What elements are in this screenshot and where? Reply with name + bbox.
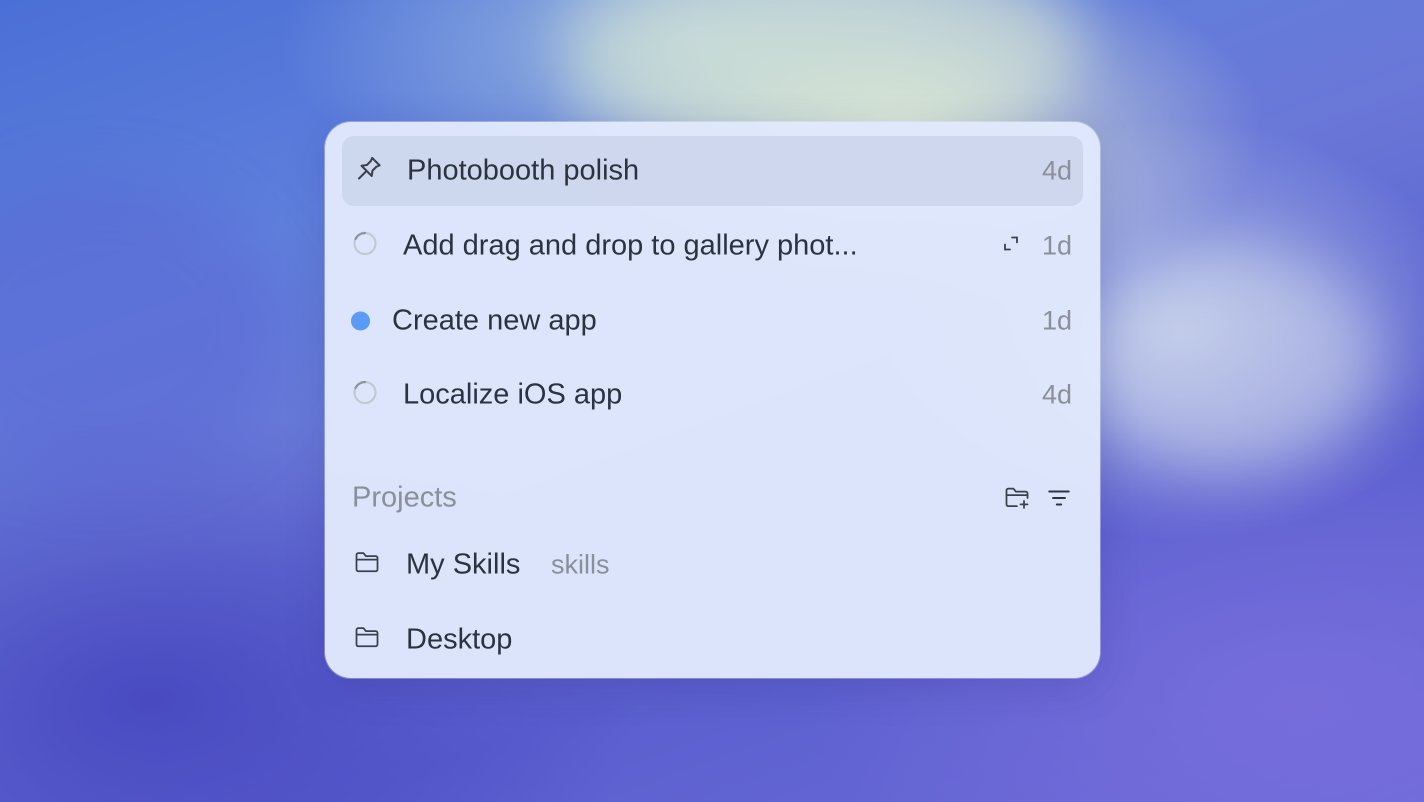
folder-plus-icon[interactable] (1002, 483, 1032, 513)
folder-icon (353, 549, 381, 582)
status-dot-icon (351, 311, 370, 331)
project-my-skills[interactable]: My Skills skills (342, 533, 1083, 597)
project-desktop[interactable]: Desktop (342, 608, 1083, 672)
project-tag: skills (551, 549, 610, 580)
thread-title: Add drag and drop to gallery phot... (403, 229, 858, 262)
spinner-icon (352, 380, 378, 411)
thread-age: 4d (1041, 155, 1072, 186)
pin-icon[interactable] (354, 154, 384, 189)
thread-create-new-app[interactable]: Create new app 1d (342, 286, 1083, 356)
spinner-icon (352, 231, 378, 262)
filter-icon[interactable] (1044, 483, 1074, 513)
projects-header: Projects (352, 478, 1073, 518)
projects-section-title: Projects (352, 481, 457, 514)
thread-photobooth-polish[interactable]: Photobooth polish 4d (342, 136, 1083, 206)
threads-panel: Photobooth polish 4d Add drag and drop t… (325, 122, 1100, 678)
expand-icon[interactable] (1001, 234, 1021, 259)
thread-add-drag-and-drop[interactable]: Add drag and drop to gallery phot... 1d (342, 211, 1083, 281)
project-name: Desktop (406, 623, 513, 656)
thread-age: 1d (1041, 230, 1072, 261)
thread-age: 4d (1041, 379, 1072, 410)
folder-icon (353, 624, 381, 657)
thread-title: Create new app (392, 304, 597, 337)
thread-localize-ios-app[interactable]: Localize iOS app 4d (342, 360, 1083, 430)
project-name: My Skills (406, 548, 521, 581)
thread-title: Localize iOS app (403, 378, 623, 411)
thread-age: 1d (1041, 305, 1072, 336)
thread-title: Photobooth polish (407, 154, 640, 187)
